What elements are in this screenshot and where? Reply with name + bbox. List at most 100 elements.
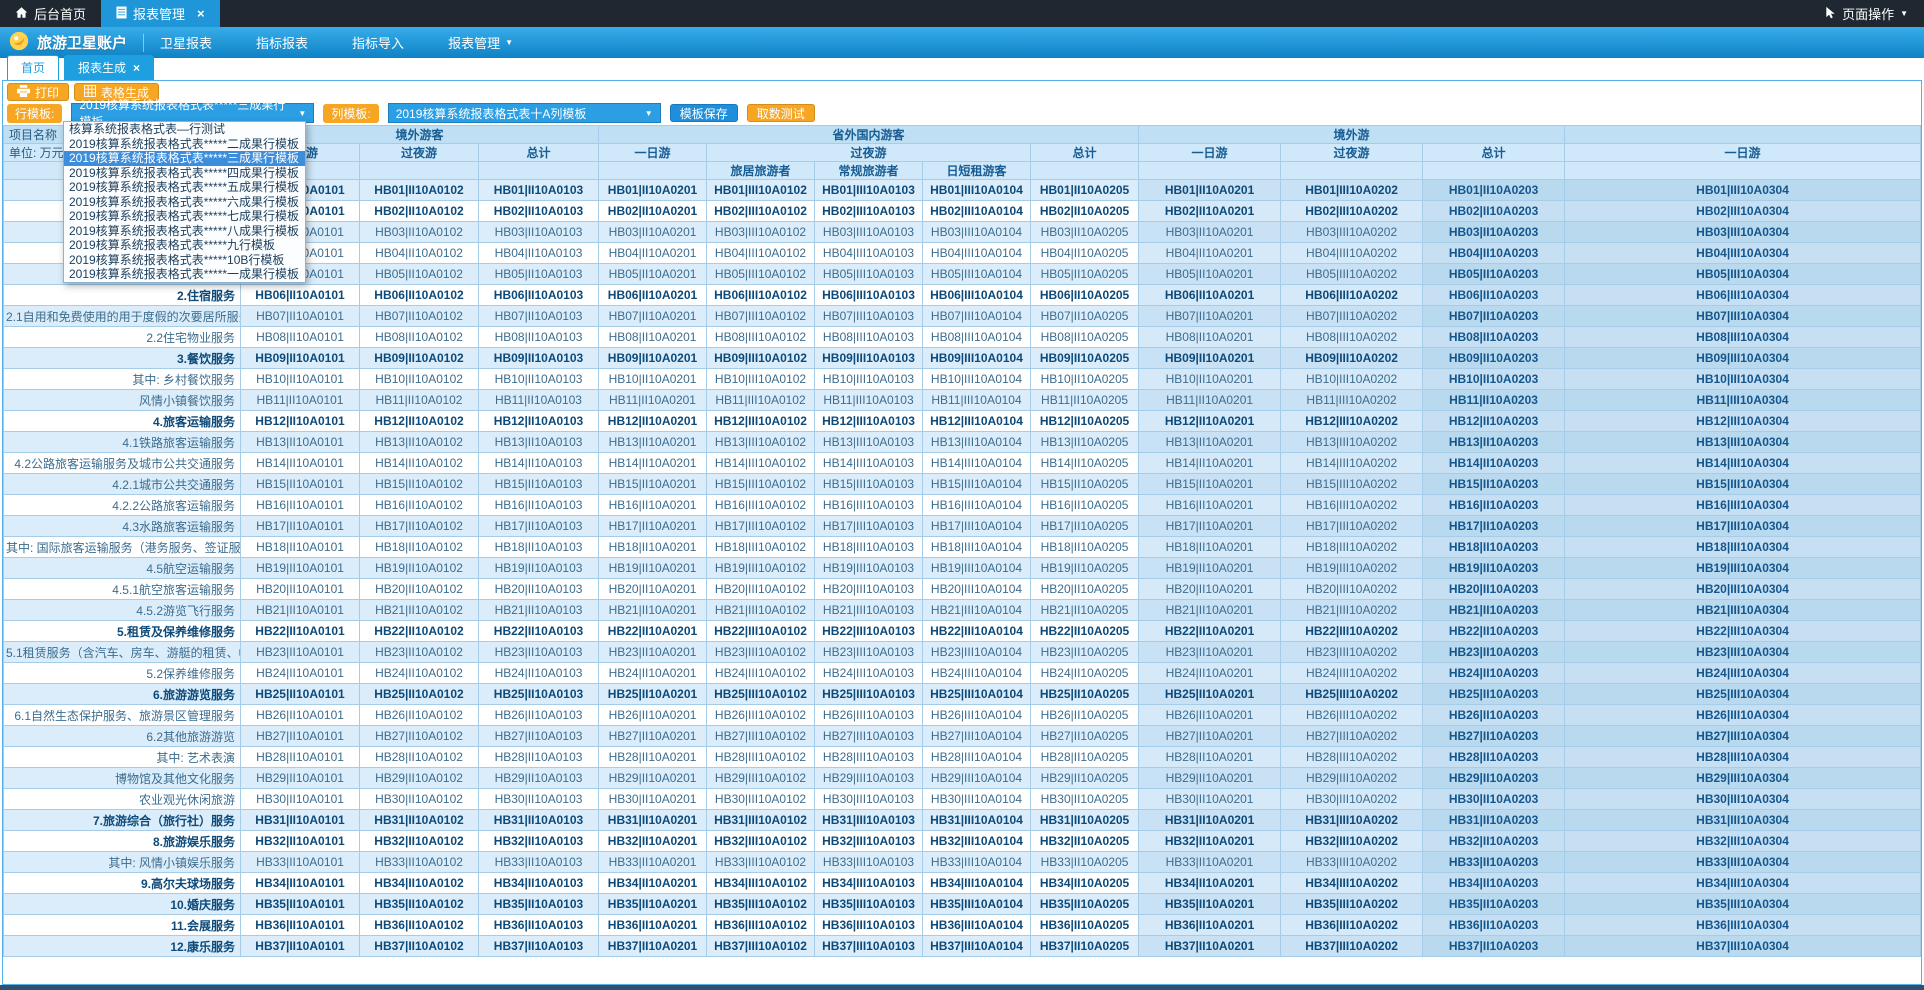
- cell-code: HB12|III10A0202: [1281, 411, 1423, 432]
- cell-code: HB19|II10A0103: [479, 558, 599, 579]
- cell-code: HB26|II10A0203: [1423, 705, 1565, 726]
- cell-code: HB06|II10A0203: [1423, 285, 1565, 306]
- cell-code: HB30|III10A0202: [1281, 789, 1423, 810]
- app-logo: 旅游卫星账户: [8, 30, 127, 56]
- cell-code: HB24|II10A0203: [1423, 663, 1565, 684]
- cell-code: HB06|III10A0304: [1565, 285, 1921, 306]
- cell-code: HB32|III10A0104: [923, 831, 1031, 852]
- tab-home[interactable]: 首页: [7, 55, 59, 80]
- cell-code: HB27|II10A0201: [1139, 726, 1281, 747]
- template-save-button[interactable]: 模板保存: [670, 104, 738, 122]
- dropdown-option[interactable]: 2019核算系统报表格式表*****三成果行模板: [64, 151, 305, 166]
- dropdown-option[interactable]: 2019核算系统报表格式表*****六成果行模板: [64, 195, 305, 210]
- dropdown-option[interactable]: 2019核算系统报表格式表*****五成果行模板: [64, 180, 305, 195]
- close-icon[interactable]: ×: [197, 6, 205, 21]
- cell-code: HB31|II10A0205: [1031, 810, 1139, 831]
- cell-code: HB30|II10A0203: [1423, 789, 1565, 810]
- cell-code: HB02|III10A0103: [815, 201, 923, 222]
- cell-code: HB15|III10A0304: [1565, 474, 1921, 495]
- dropdown-option[interactable]: 2019核算系统报表格式表*****八成果行模板: [64, 224, 305, 239]
- cell-code: HB37|II10A0201: [599, 936, 707, 957]
- cell-code: HB27|III10A0202: [1281, 726, 1423, 747]
- row-label: 博物馆及其他文化服务: [4, 768, 241, 789]
- chevron-down-icon: ▼: [298, 109, 306, 118]
- cell-code: HB35|III10A0103: [815, 894, 923, 915]
- cell-code: HB15|II10A0103: [479, 474, 599, 495]
- menu-item-indicator-import[interactable]: 指标导入: [352, 33, 404, 52]
- table-row: 12.康乐服务HB37|II10A0101HB37|II10A0102HB37|…: [4, 936, 1921, 957]
- cell-code: HB31|II10A0201: [1139, 810, 1281, 831]
- cell-code: HB15|II10A0201: [1139, 474, 1281, 495]
- cell-code: HB15|III10A0103: [815, 474, 923, 495]
- cell-code: HB32|III10A0304: [1565, 831, 1921, 852]
- cell-code: HB06|II10A0201: [1139, 285, 1281, 306]
- cell-code: HB19|III10A0102: [707, 558, 815, 579]
- cell-code: HB08|II10A0201: [1139, 327, 1281, 348]
- cell-code: HB32|II10A0205: [1031, 831, 1139, 852]
- dropdown-option[interactable]: 2019核算系统报表格式表*****二成果行模板: [64, 137, 305, 152]
- row-template-select[interactable]: 2019核算系统报表格式表*****三成果行模板 ▼: [71, 103, 314, 123]
- cell-code: HB26|III10A0104: [923, 705, 1031, 726]
- cell-code: HB18|II10A0101: [241, 537, 360, 558]
- cell-code: HB10|III10A0102: [707, 369, 815, 390]
- horizontal-scrollbar[interactable]: [0, 985, 1924, 990]
- col-template-select[interactable]: 2019核算系统报表格式表十A列模板 ▼: [388, 103, 661, 123]
- cell-code: HB31|III10A0202: [1281, 810, 1423, 831]
- cell-code: HB34|III10A0103: [815, 873, 923, 894]
- window-tab-home[interactable]: 后台首页: [0, 0, 101, 27]
- dropdown-option[interactable]: 2019核算系统报表格式表*****七成果行模板: [64, 209, 305, 224]
- cell-code: HB28|II10A0101: [241, 747, 360, 768]
- window-tab-report-active[interactable]: 报表管理 ×: [101, 0, 220, 27]
- cell-code: HB06|II10A0201: [599, 285, 707, 306]
- cell-code: HB24|II10A0101: [241, 663, 360, 684]
- fetch-test-button[interactable]: 取数测试: [747, 104, 815, 122]
- row-label: 7.旅游综合（旅行社）服务: [4, 810, 241, 831]
- close-icon[interactable]: ×: [133, 61, 140, 75]
- cell-code: HB20|III10A0102: [707, 579, 815, 600]
- cell-code: HB22|III10A0202: [1281, 621, 1423, 642]
- dropdown-option[interactable]: 2019核算系统报表格式表*****10B行模板: [64, 253, 305, 268]
- home-icon: [15, 6, 28, 22]
- cell-code: HB14|II10A0102: [360, 453, 479, 474]
- menu-item-report-manage[interactable]: 报表管理▼: [448, 33, 513, 52]
- tab-report-generate[interactable]: 报表生成 ×: [64, 55, 154, 80]
- cell-code: HB31|II10A0102: [360, 810, 479, 831]
- row-label: 10.婚庆服务: [4, 894, 241, 915]
- cell-code: HB11|II10A0102: [360, 390, 479, 411]
- cell-code: HB35|II10A0102: [360, 894, 479, 915]
- cell-code: HB19|III10A0304: [1565, 558, 1921, 579]
- cell-code: HB03|II10A0103: [479, 222, 599, 243]
- toolbar: 打印 表格生成: [3, 81, 1921, 102]
- cell-code: HB24|III10A0304: [1565, 663, 1921, 684]
- cell-code: HB37|III10A0304: [1565, 936, 1921, 957]
- cell-code: HB25|II10A0102: [360, 684, 479, 705]
- table-row: 风情小镇餐饮服务HB11|II10A0101HB11|II10A0102HB11…: [4, 390, 1921, 411]
- cell-code: HB16|III10A0304: [1565, 495, 1921, 516]
- app-title: 旅游卫星账户: [37, 32, 127, 53]
- row-label: 9.高尔夫球场服务: [4, 873, 241, 894]
- cell-code: HB06|II10A0102: [360, 285, 479, 306]
- cell-code: HB14|II10A0205: [1031, 453, 1139, 474]
- subheader-short-rental: 日短租游客: [923, 162, 1031, 180]
- cell-code: HB20|II10A0201: [1139, 579, 1281, 600]
- dropdown-option[interactable]: 2019核算系统报表格式表*****九行模板: [64, 238, 305, 253]
- menu-item-indicator-report[interactable]: 指标报表: [256, 33, 308, 52]
- dropdown-option[interactable]: 核算系统报表格式表—行测试: [64, 122, 305, 137]
- cell-code: HB21|II10A0103: [479, 600, 599, 621]
- menu-item-satellite-report[interactable]: 卫星报表: [160, 33, 212, 52]
- cell-code: HB18|III10A0104: [923, 537, 1031, 558]
- cell-code: HB05|II10A0103: [479, 264, 599, 285]
- table-row: 2.1自用和免费使用的用于度假的次要居所服务HB07|II10A0101HB07…: [4, 306, 1921, 327]
- print-button[interactable]: 打印: [7, 83, 69, 101]
- cell-code: HB24|III10A0103: [815, 663, 923, 684]
- cell-code: HB35|II10A0201: [599, 894, 707, 915]
- dropdown-option[interactable]: 2019核算系统报表格式表*****一成果行模板: [64, 267, 305, 282]
- cell-code: HB05|II10A0201: [1139, 264, 1281, 285]
- row-template-dropdown[interactable]: 核算系统报表格式表—行测试2019核算系统报表格式表*****二成果行模板201…: [63, 121, 306, 283]
- cell-code: HB04|III10A0202: [1281, 243, 1423, 264]
- cell-code: HB37|III10A0102: [707, 936, 815, 957]
- dropdown-option[interactable]: 2019核算系统报表格式表*****四成果行模板: [64, 166, 305, 181]
- cell-code: HB36|II10A0205: [1031, 915, 1139, 936]
- page-operations[interactable]: 页面操作 ▼: [1825, 0, 1924, 27]
- cell-code: HB12|III10A0104: [923, 411, 1031, 432]
